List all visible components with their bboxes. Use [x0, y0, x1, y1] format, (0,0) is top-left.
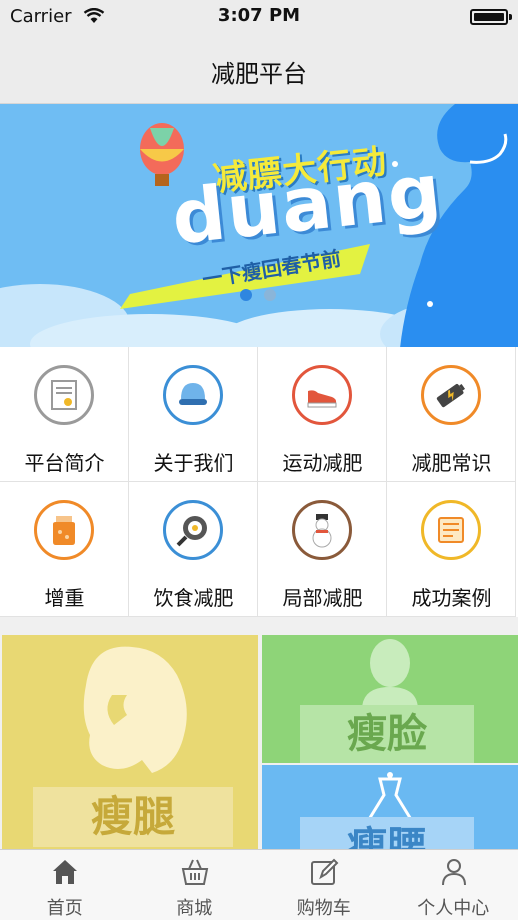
grid-item-platform-intro[interactable]: 平台简介 — [0, 347, 129, 482]
slim-waist-tile[interactable]: 瘦腰 — [262, 765, 518, 849]
grid-item-about-us[interactable]: 关于我们 — [129, 347, 258, 482]
battery-icon — [470, 9, 512, 25]
grid-item-exercise-weight-loss[interactable]: 运动减肥 — [258, 347, 387, 482]
tab-profile[interactable]: 个人中心 — [389, 850, 518, 920]
slim-legs-tile[interactable]: 瘦腿 — [2, 635, 258, 849]
grid-item-weight-gain[interactable]: 增重 — [0, 482, 129, 617]
tab-bar: 首页 商城 购物车 个人中心 — [0, 849, 518, 920]
category-tiles: 瘦腿 瘦脸 瘦腰 — [0, 617, 518, 849]
tab-profile-label: 个人中心 — [417, 898, 490, 919]
basket-icon — [181, 859, 208, 885]
certificate-icon — [34, 365, 94, 425]
grid-item-label: 运动减肥 — [282, 451, 363, 475]
grid-item-label: 增重 — [44, 586, 85, 610]
grid-item-label: 平台简介 — [24, 451, 105, 475]
tab-home-label: 首页 — [46, 898, 83, 919]
slim-legs-label: 瘦腿 — [33, 787, 233, 847]
tab-mall[interactable]: 商城 — [130, 850, 260, 920]
slim-waist-label: 瘦腰 — [300, 817, 474, 849]
home-icon — [53, 860, 77, 884]
grid-item-label: 减肥常识 — [411, 451, 492, 475]
grid-item-local-weight-loss[interactable]: 局部减肥 — [258, 482, 387, 617]
promo-banner[interactable]: 减膘大行动 duang 一下瘦回春节前 — [0, 104, 518, 348]
slim-face-tile[interactable]: 瘦脸 — [262, 635, 518, 763]
grid-item-success-cases[interactable]: 成功案例 — [387, 482, 516, 617]
pager-dot-active[interactable] — [240, 289, 252, 301]
document-icon — [421, 500, 481, 560]
tab-mall-label: 商城 — [176, 898, 213, 919]
cap-icon — [163, 365, 223, 425]
edit-icon — [311, 858, 339, 885]
page-title: 减肥平台 — [211, 60, 307, 88]
grid-item-label: 关于我们 — [153, 451, 234, 475]
battery-icon — [421, 365, 481, 425]
sneaker-icon — [292, 365, 352, 425]
status-time: 3:07 PM — [217, 5, 301, 26]
jar-icon — [34, 500, 94, 560]
grid-item-label: 饮食减肥 — [153, 586, 234, 610]
grid-item-weight-loss-tips[interactable]: 减肥常识 — [387, 347, 516, 482]
grid-item-label: 局部减肥 — [282, 586, 363, 610]
frying-pan-icon — [163, 500, 223, 560]
tab-cart[interactable]: 购物车 — [259, 850, 389, 920]
slim-face-label: 瘦脸 — [300, 705, 474, 763]
grid-item-label: 成功案例 — [411, 586, 492, 610]
pager-dot[interactable] — [264, 289, 276, 301]
grid-item-diet-weight-loss[interactable]: 饮食减肥 — [129, 482, 258, 617]
person-icon — [441, 859, 466, 886]
snowman-icon — [292, 500, 352, 560]
tab-home[interactable]: 首页 — [0, 850, 130, 920]
tab-cart-label: 购物车 — [296, 898, 351, 919]
feature-grid: 平台简介 关于我们 运动减肥 减肥常识 增重 饮食减肥 局部减肥 成功案例 — [0, 347, 518, 617]
navigation-bar: 减肥平台 — [0, 34, 518, 104]
status-bar: Carrier 3:07 PM — [0, 0, 518, 34]
